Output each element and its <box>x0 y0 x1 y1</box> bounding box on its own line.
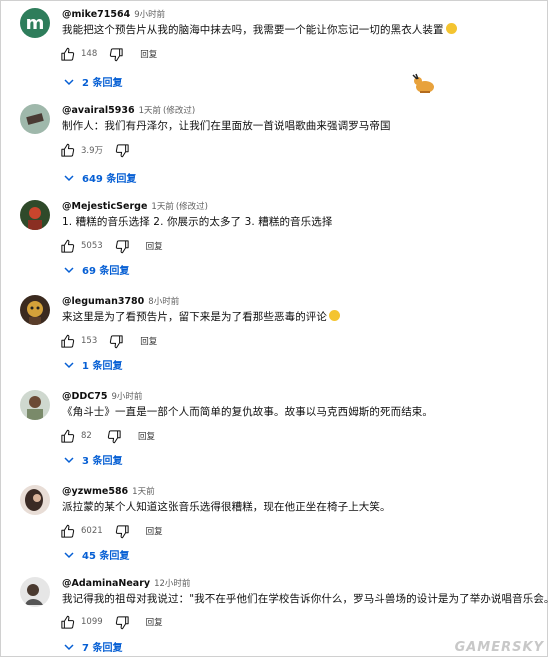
comment-time[interactable]: 1天前 <box>132 487 154 497</box>
comment-header: @DDC75 9小时前 <box>62 390 142 402</box>
comment-text: 派拉蒙的某个人知道这张音乐选得很糟糕，现在他正坐在椅子上大笑。 <box>62 501 391 513</box>
view-replies-button[interactable]: 45 条回复 <box>64 547 129 562</box>
comment-header: @avairal5936 1天前 (修改过) <box>62 104 195 116</box>
chevron-down-icon <box>64 266 74 273</box>
avatar[interactable] <box>20 577 50 607</box>
comment-thread: @MejesticSerge 1天前 (修改过) 1. 糟糕的音乐选择 2. 你展示… <box>0 200 550 288</box>
comment-text: 我记得我的祖母对我说过："我不在乎他们在学校告诉你什么，罗马斗兽场的设计是为了举… <box>62 593 550 605</box>
comment-time[interactable]: 9小时前 <box>134 10 165 20</box>
comment-header: @mike71564 9小时前 <box>62 8 165 20</box>
comment-actions: 3.9万 <box>60 142 130 158</box>
comment-actions: 6021 回复 <box>60 523 163 539</box>
comment-author[interactable]: @DDC75 <box>62 391 107 402</box>
comment-actions: 82 回复 <box>60 428 155 444</box>
comment-text: 《角斗士》一直是一部个人而简单的复仇故事。故事以马克西姆斯的死而结束。 <box>62 406 433 418</box>
comment-thread: @leguman3780 8小时前 来这里是为了看预告片，留下来是为了看那些恶毒的… <box>0 295 550 383</box>
view-replies-button[interactable]: 649 条回复 <box>64 170 136 185</box>
chevron-down-icon <box>64 174 74 181</box>
grinning-emoji-icon <box>329 310 340 321</box>
thumbs-up-icon[interactable] <box>60 334 75 349</box>
chevron-down-icon <box>64 643 74 650</box>
comment-header: @AdaminaNeary 12小时前 <box>62 577 190 589</box>
comment-text: 1. 糟糕的音乐选择 2. 你展示的太多了 3. 糟糕的音乐选择 <box>62 216 333 228</box>
comment-text: 制作人：我们有丹泽尔，让我们在里面放一首说唱歌曲来强调罗马帝国 <box>62 120 391 132</box>
comment-actions: 148 回复 <box>60 46 157 62</box>
comment-time[interactable]: 8小时前 <box>148 297 179 307</box>
comment-header: @MejesticSerge 1天前 (修改过) <box>62 200 208 212</box>
view-replies-button[interactable]: 2 条回复 <box>64 74 122 89</box>
comment-author[interactable]: @yzwme586 <box>62 486 128 497</box>
comment-thread: @avairal5936 1天前 (修改过) 制作人：我们有丹泽尔，让我们在里面放一… <box>0 104 550 192</box>
comment-author[interactable]: @MejesticSerge <box>62 201 147 212</box>
thumbs-down-icon[interactable] <box>109 334 124 349</box>
comment-header: @leguman3780 8小时前 <box>62 295 179 307</box>
reply-button[interactable]: 回复 <box>140 335 157 347</box>
bird-sticker-icon <box>412 73 434 93</box>
reply-button[interactable]: 回复 <box>146 240 163 252</box>
avatar[interactable] <box>20 295 50 325</box>
thumbs-down-icon[interactable] <box>109 47 124 62</box>
edited-label: (修改过) <box>163 106 196 116</box>
view-replies-button[interactable]: 7 条回复 <box>64 639 122 654</box>
laughing-emoji-icon <box>445 23 457 34</box>
thumbs-up-icon[interactable] <box>60 143 75 158</box>
comment-thread: @DDC75 9小时前 《角斗士》一直是一部个人而简单的复仇故事。故事以马克西姆斯… <box>0 390 550 478</box>
reply-button[interactable]: 回复 <box>140 48 157 60</box>
like-count: 3.9万 <box>81 146 104 156</box>
comment-author[interactable]: @mike71564 <box>62 9 130 20</box>
thumbs-up-icon[interactable] <box>60 239 75 254</box>
comment-author[interactable]: @AdaminaNeary <box>62 578 150 589</box>
reply-button[interactable]: 回复 <box>146 525 163 537</box>
view-replies-button[interactable]: 69 条回复 <box>64 262 129 277</box>
thumbs-up-icon[interactable] <box>60 524 75 539</box>
thumbs-down-icon[interactable] <box>115 143 130 158</box>
thumbs-up-icon[interactable] <box>60 47 75 62</box>
chevron-down-icon <box>64 361 74 368</box>
like-count: 5053 <box>81 241 103 251</box>
comment-author[interactable]: @leguman3780 <box>62 296 144 307</box>
comment-actions: 153 回复 <box>60 333 157 349</box>
comment-actions: 5053 回复 <box>60 238 163 254</box>
watermark-logo: GAMERSKY <box>454 640 544 655</box>
comment-time[interactable]: 1天前 <box>151 202 173 212</box>
reply-button[interactable]: 回复 <box>146 616 163 628</box>
comment-author[interactable]: @avairal5936 <box>62 105 135 116</box>
thumbs-up-icon[interactable] <box>60 429 75 444</box>
view-replies-button[interactable]: 1 条回复 <box>64 357 122 372</box>
comment-time[interactable]: 9小时前 <box>111 392 142 402</box>
chevron-down-icon <box>64 78 74 85</box>
edited-label: (修改过) <box>175 202 208 212</box>
like-count: 153 <box>81 336 98 346</box>
like-count: 6021 <box>81 526 103 536</box>
like-count: 148 <box>81 49 98 59</box>
comment-text: 来这里是为了看预告片，留下来是为了看那些恶毒的评论 <box>62 309 340 324</box>
thumbs-down-icon[interactable] <box>115 239 130 254</box>
avatar[interactable] <box>20 390 50 420</box>
comment-time[interactable]: 1天前 <box>139 106 161 116</box>
comment-header: @yzwme586 1天前 <box>62 485 155 497</box>
view-replies-button[interactable]: 3 条回复 <box>64 452 122 467</box>
chevron-down-icon <box>64 456 74 463</box>
reply-button[interactable]: 回复 <box>138 430 155 442</box>
thumbs-down-icon[interactable] <box>115 524 130 539</box>
thumbs-down-icon[interactable] <box>115 615 130 630</box>
like-count: 82 <box>81 431 92 441</box>
comment-thread: m @mike71564 9小时前 我能把这个预告片从我的脑海中抹去吗，我需要一个… <box>0 8 550 96</box>
avatar[interactable] <box>20 485 50 515</box>
thumbs-down-icon[interactable] <box>107 429 122 444</box>
avatar[interactable]: m <box>20 8 50 38</box>
thumbs-up-icon[interactable] <box>60 615 75 630</box>
avatar[interactable] <box>20 104 50 134</box>
comment-time[interactable]: 12小时前 <box>154 579 190 589</box>
like-count: 1099 <box>81 617 103 627</box>
comment-thread: @yzwme586 1天前 派拉蒙的某个人知道这张音乐选得很糟糕，现在他正坐在椅子… <box>0 485 550 573</box>
avatar[interactable] <box>20 200 50 230</box>
comment-text: 我能把这个预告片从我的脑海中抹去吗，我需要一个能让你忘记一切的黑衣人装置 <box>62 22 457 37</box>
chevron-down-icon <box>64 551 74 558</box>
comment-actions: 1099 回复 <box>60 614 163 630</box>
